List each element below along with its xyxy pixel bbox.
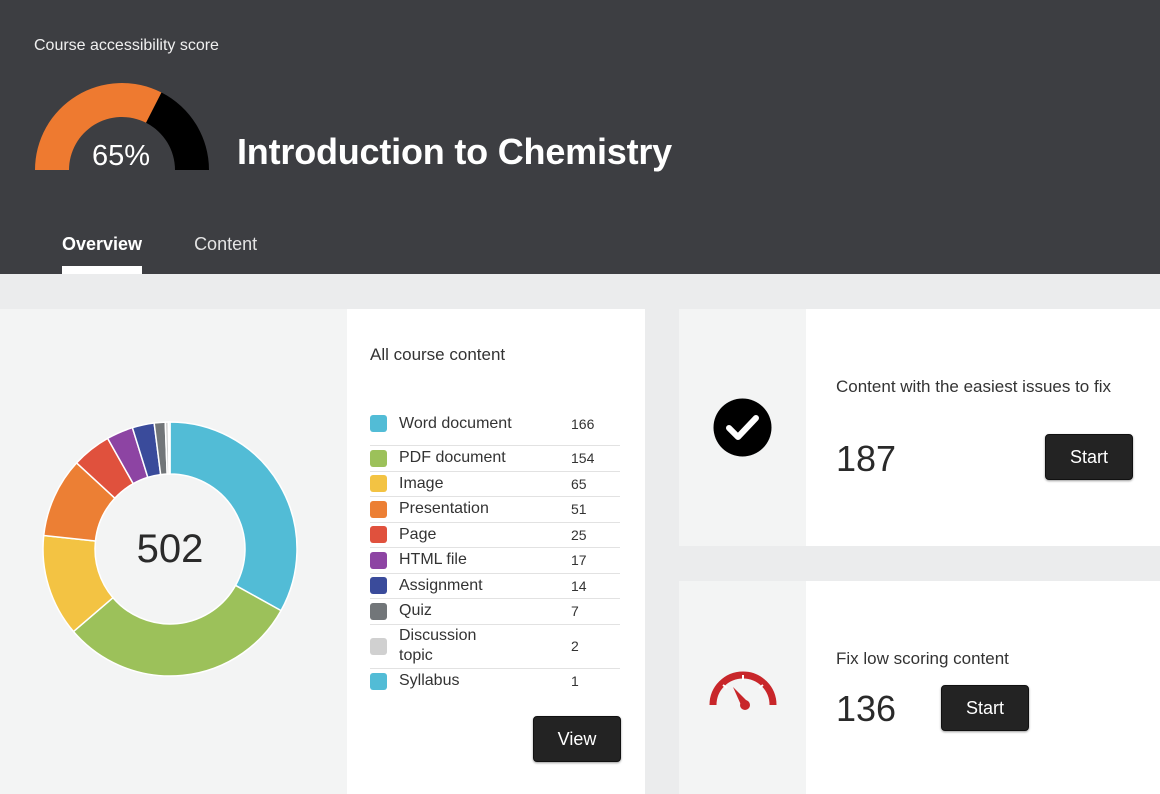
course-content-panel: 502 All course content Word document 166 … <box>0 309 645 794</box>
easy-issues-count: 187 <box>836 438 897 479</box>
swatch-discussion-topic <box>370 637 387 655</box>
score-label: Course accessibility score <box>34 37 219 54</box>
swatch-presentation <box>370 500 387 518</box>
swatch-quiz <box>370 602 387 620</box>
easy-issues-icon-area <box>679 309 806 546</box>
legend-label: Image <box>399 474 444 492</box>
easy-issues-card: Content with the easiest issues to fix 1… <box>679 309 1160 546</box>
content-legend: Word document 166 PDF document 154 Image 65… <box>370 402 620 694</box>
easy-issues-title: Content with the easiest issues to fix <box>836 377 1111 396</box>
course-header: Course accessibility score 65% Introduct… <box>0 0 1160 274</box>
swatch-pdf-document <box>370 449 387 467</box>
legend-count: 17 <box>571 552 587 569</box>
legend-label: Syllabus <box>399 672 460 690</box>
legend-label: HTML file <box>399 551 467 569</box>
legend-count: 2 <box>571 638 579 654</box>
tab-content[interactable]: Content <box>194 234 257 274</box>
legend-row: Page 25 <box>370 523 620 548</box>
legend-label: Presentation <box>399 500 489 518</box>
legend-row: HTML file 17 <box>370 548 620 574</box>
legend-count: 7 <box>571 603 579 620</box>
view-button[interactable]: View <box>533 716 621 762</box>
legend-row: Word document 166 <box>370 402 620 446</box>
legend-label: Assignment <box>399 576 483 594</box>
legend-row: PDF document 154 <box>370 446 620 472</box>
tab-bar: Overview Content <box>62 234 309 274</box>
swatch-assignment <box>370 577 387 595</box>
legend-count: 166 <box>571 415 595 432</box>
legend-row: Quiz 7 <box>370 599 620 625</box>
swatch-syllabus <box>370 672 387 690</box>
legend-count: 14 <box>571 577 587 594</box>
swatch-html-file <box>370 551 387 569</box>
legend-label: Page <box>399 525 437 543</box>
low-scoring-card: Fix low scoring content 136 Start <box>679 581 1160 794</box>
score-percentage: 65% <box>91 140 151 172</box>
course-title: Introduction to Chemistry <box>237 131 672 172</box>
legend-label: PDF document <box>399 449 506 467</box>
low-scoring-title: Fix low scoring content <box>836 649 1009 668</box>
legend-row: Image 65 <box>370 472 620 497</box>
check-circle-icon <box>713 398 772 457</box>
low-scoring-count: 136 <box>836 688 897 729</box>
swatch-word-document <box>370 415 387 432</box>
legend-row: Assignment 14 <box>370 574 620 599</box>
legend-count: 1 <box>571 673 579 690</box>
tab-overview[interactable]: Overview <box>62 234 143 274</box>
legend-count: 25 <box>571 526 587 543</box>
content-list-title: All course content <box>370 345 506 364</box>
legend-label: Discussion topic <box>399 627 477 664</box>
legend-label: Quiz <box>399 602 432 620</box>
content-list-area: All course content Word document 166 PDF … <box>347 309 645 794</box>
legend-count: 154 <box>571 450 595 467</box>
swatch-page <box>370 526 387 544</box>
legend-label: Word document <box>399 414 512 432</box>
low-scoring-icon-area <box>679 581 806 794</box>
low-scoring-start-button[interactable]: Start <box>941 685 1029 731</box>
legend-count: 65 <box>571 475 587 492</box>
easy-issues-start-button[interactable]: Start <box>1045 434 1133 480</box>
swatch-image <box>370 475 387 493</box>
legend-count: 51 <box>571 501 587 518</box>
content-total: 502 <box>136 527 204 571</box>
donut-chart-area: 502 <box>0 309 347 794</box>
legend-row: Presentation 51 <box>370 497 620 523</box>
speedometer-icon <box>709 671 777 710</box>
legend-row: Syllabus 1 <box>370 669 620 695</box>
legend-row: Discussion topic 2 <box>370 625 620 669</box>
